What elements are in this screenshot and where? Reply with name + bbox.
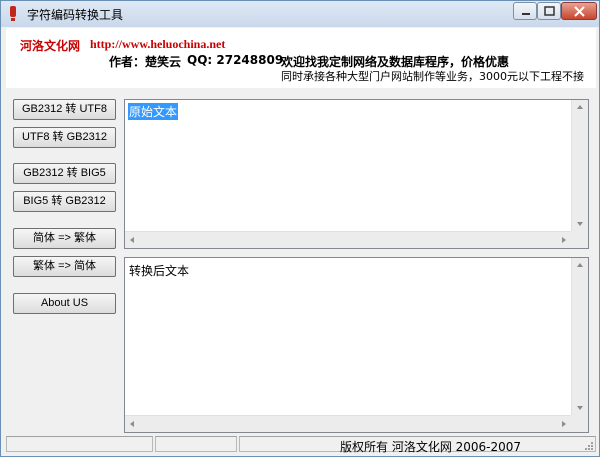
source-vertical-scrollbar[interactable]: [571, 100, 588, 231]
scroll-left-icon[interactable]: [130, 421, 134, 427]
app-window: 字符编码转换工具 河洛文化网 http://www.heluochina.net…: [0, 0, 600, 457]
traditional-to-simplified-button[interactable]: 繁体 => 简体: [13, 256, 116, 277]
result-textarea[interactable]: 转换后文本: [124, 257, 589, 433]
status-bar: 版权所有 河洛文化网 2006-2007: [6, 436, 596, 454]
maximize-icon: [544, 6, 555, 16]
title-bar[interactable]: 字符编码转换工具: [1, 1, 599, 27]
scroll-right-icon[interactable]: [562, 421, 566, 427]
big5-to-gb2312-button[interactable]: BIG5 转 GB2312: [13, 191, 116, 212]
scroll-down-icon[interactable]: [577, 406, 583, 410]
app-icon: [10, 6, 16, 21]
result-text: 转换后文本: [129, 264, 190, 278]
scroll-right-icon[interactable]: [562, 237, 566, 243]
close-icon: [574, 6, 585, 17]
author-label: 作者：楚笑云: [109, 55, 182, 69]
result-horizontal-scrollbar[interactable]: [125, 415, 571, 432]
scroll-down-icon[interactable]: [577, 222, 583, 226]
scroll-up-icon[interactable]: [577, 263, 583, 267]
status-panel-3: 版权所有 河洛文化网 2006-2007: [239, 436, 596, 454]
window-title: 字符编码转换工具: [27, 8, 124, 22]
scroll-up-icon[interactable]: [577, 105, 583, 109]
gb2312-to-big5-button[interactable]: GB2312 转 BIG5: [13, 163, 116, 184]
status-panel-2: [155, 436, 237, 452]
minimize-icon: [522, 13, 530, 15]
scroll-left-icon[interactable]: [130, 237, 134, 243]
minimize-button[interactable]: [513, 2, 537, 20]
utf8-to-gb2312-button[interactable]: UTF8 转 GB2312: [13, 127, 116, 148]
source-text-selected: 原始文本: [128, 103, 179, 120]
status-panel-1: [6, 436, 153, 452]
close-button[interactable]: [561, 2, 597, 20]
brand-name: 河洛文化网: [20, 39, 81, 53]
source-textarea[interactable]: 原始文本: [124, 99, 589, 249]
simplified-to-traditional-button[interactable]: 简体 => 繁体: [13, 228, 116, 249]
qq-label: QQ: 27248809: [187, 53, 284, 67]
source-horizontal-scrollbar[interactable]: [125, 231, 571, 248]
website-link[interactable]: http://www.heluochina.net: [90, 37, 225, 52]
result-vertical-scrollbar[interactable]: [571, 258, 588, 415]
maximize-button[interactable]: [537, 2, 561, 20]
about-button[interactable]: About US: [13, 293, 116, 314]
resize-grip-icon[interactable]: [584, 441, 594, 451]
scrollbar-corner: [571, 231, 588, 248]
info-banner: 河洛文化网 http://www.heluochina.net 作者：楚笑云 Q…: [6, 28, 596, 88]
scrollbar-corner: [571, 415, 588, 432]
gb2312-to-utf8-button[interactable]: GB2312 转 UTF8: [13, 99, 116, 120]
promo-subtext: 同时承接各种大型门户网站制作等业务，3000元以下工程不接: [281, 70, 584, 83]
copyright-text: 版权所有 河洛文化网 2006-2007: [340, 440, 522, 454]
